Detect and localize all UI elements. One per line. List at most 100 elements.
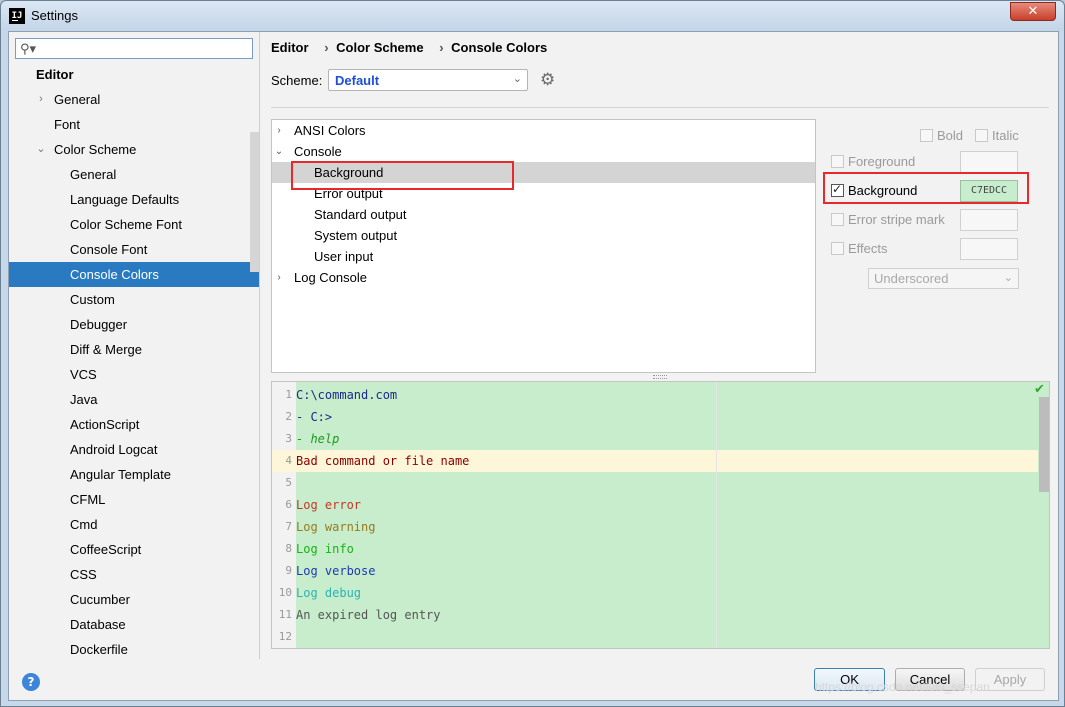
preview-line: 7 Log warning [272, 516, 1038, 538]
sidebar-item[interactable]: Font [9, 112, 259, 137]
preview-line: 12 [272, 626, 1038, 648]
sidebar-item[interactable]: Debugger [9, 312, 259, 337]
effect-type-dropdown[interactable]: Underscored ⌄ [868, 268, 1019, 289]
sidebar-item[interactable]: ⌄ Color Scheme [9, 137, 259, 162]
italic-option[interactable]: Italic [975, 128, 1025, 144]
sidebar-item[interactable]: Cmd [9, 512, 259, 537]
effects-option[interactable]: Effects [831, 241, 951, 257]
foreground-option[interactable]: Foreground [831, 154, 951, 170]
chevron-right-icon[interactable]: › [274, 120, 284, 141]
line-number: 9 [285, 564, 292, 577]
breadcrumb-color-scheme[interactable]: Color Scheme [336, 40, 423, 55]
attribute-tree-item[interactable]: › ANSI Colors [272, 120, 815, 141]
italic-checkbox[interactable] [975, 129, 988, 142]
error-stripe-checkbox[interactable] [831, 213, 844, 226]
bold-checkbox[interactable] [920, 129, 933, 142]
attribute-tree-item[interactable]: User input [272, 246, 815, 267]
sidebar-item[interactable]: Cucumber [9, 587, 259, 612]
attribute-tree-item[interactable]: Standard output [272, 204, 815, 225]
sidebar-item[interactable]: CFML [9, 487, 259, 512]
gear-icon[interactable]: ⚙ [540, 70, 555, 90]
foreground-color-swatch[interactable] [960, 151, 1018, 173]
sidebar-item-label: Dockerfile [70, 642, 128, 657]
search-icon: ⚲▾ [20, 41, 37, 56]
effects-checkbox[interactable] [831, 242, 844, 255]
preview-line-text: Log error [296, 498, 362, 512]
sidebar-item-label: CSS [70, 567, 97, 582]
sidebar-item-label: General [70, 167, 117, 182]
error-stripe-color-swatch[interactable] [960, 209, 1018, 231]
chevron-right-icon[interactable]: › [274, 267, 284, 288]
sidebar-item[interactable]: Diff & Merge [9, 337, 259, 362]
sidebar-item-label: Java [70, 392, 98, 407]
sidebar-item[interactable]: Custom [9, 287, 259, 312]
line-number: 4 [285, 454, 292, 467]
bold-option[interactable]: Bold [920, 128, 970, 144]
line-number: 11 [278, 608, 292, 621]
sidebar-item-label: CFML [70, 492, 106, 507]
foreground-checkbox[interactable] [831, 155, 844, 168]
preview-line: 6 Log error [272, 494, 1038, 516]
console-preview: 1 C:\command.com 2 - C:> 3 - help 4 Bad command… [271, 381, 1050, 649]
sidebar-item[interactable]: CoffeeScript [9, 537, 259, 562]
effects-color-swatch[interactable] [960, 238, 1018, 260]
sidebar-item-label: Font [54, 117, 81, 132]
sidebar-item-label: Angular Template [70, 467, 171, 482]
line-number: 3 [285, 432, 292, 445]
sidebar-item[interactable]: Language Defaults [9, 187, 259, 212]
preview-line-text: - C:> [296, 410, 333, 424]
sidebar-item-label: Language Defaults [70, 192, 180, 207]
line-number: 5 [285, 476, 292, 489]
sidebar-scrollbar[interactable] [250, 132, 259, 272]
sidebar-item[interactable]: CSS [9, 562, 259, 587]
help-icon[interactable]: ? [22, 673, 40, 691]
attribute-tree-label: ANSI Colors [294, 123, 366, 138]
search-input[interactable]: ⚲▾ [15, 38, 253, 59]
sidebar-item[interactable]: ActionScript [9, 412, 259, 437]
line-number: 12 [278, 630, 292, 643]
sidebar-item[interactable]: Java [9, 387, 259, 412]
sidebar-item[interactable]: Console Font [9, 237, 259, 262]
error-stripe-option[interactable]: Error stripe mark [831, 212, 961, 228]
splitter-handle[interactable] [653, 375, 667, 379]
preview-line: 4 Bad command or file name [272, 450, 1038, 472]
attribute-tree-item[interactable]: › Log Console [272, 267, 815, 288]
sidebar-item[interactable]: › General [9, 87, 259, 112]
sidebar-item[interactable]: General [9, 162, 259, 187]
attribute-tree-item[interactable]: System output [272, 225, 815, 246]
italic-label: Italic [992, 128, 1019, 143]
sidebar-item[interactable]: Editor [9, 62, 259, 87]
intellij-app-icon: IJ [9, 8, 25, 24]
breadcrumb: Editor › Color Scheme › Console Colors [271, 40, 551, 55]
sidebar-item[interactable]: VCS [9, 362, 259, 387]
highlight-annotation-background-item [291, 161, 514, 190]
breadcrumb-separator: › [324, 40, 329, 55]
sidebar-item[interactable]: Console Colors [9, 262, 259, 287]
sidebar-item-label: Console Colors [70, 267, 159, 282]
sidebar-item-label: Debugger [70, 317, 128, 332]
close-button[interactable]: ✕ [1010, 2, 1056, 21]
preview-line: 3 - help [272, 428, 1038, 450]
sidebar-item-label: Custom [70, 292, 115, 307]
chevron-down-icon[interactable]: ⌄ [274, 141, 284, 162]
sidebar-item[interactable]: Dockerfile [9, 637, 259, 659]
preview-scrollbar[interactable] [1039, 397, 1049, 492]
sidebar-item[interactable]: Angular Template [9, 462, 259, 487]
preview-line-text: Log info [296, 542, 354, 556]
attribute-tree-label: Log Console [294, 270, 367, 285]
scheme-dropdown[interactable]: Default ⌄ [328, 69, 528, 91]
sidebar-item[interactable]: Android Logcat [9, 437, 259, 462]
title-bar[interactable]: IJ Settings ✕ [1, 1, 1064, 31]
chevron-right-icon[interactable]: › [36, 87, 46, 112]
line-number: 6 [285, 498, 292, 511]
line-number: 8 [285, 542, 292, 555]
attribute-tree-item[interactable]: ⌄ Console [272, 141, 815, 162]
sidebar-item[interactable]: Database [9, 612, 259, 637]
sidebar-item[interactable]: Color Scheme Font [9, 212, 259, 237]
settings-window: IJ Settings ✕ ⚲▾ Editor › General Font ⌄ Colo… [0, 0, 1065, 707]
sidebar-item-label: Console Font [70, 242, 148, 257]
sidebar-item-label: Android Logcat [70, 442, 158, 457]
chevron-down-icon[interactable]: ⌄ [36, 137, 46, 162]
breadcrumb-editor[interactable]: Editor [271, 40, 309, 55]
attribute-tree-label: Standard output [314, 207, 407, 222]
